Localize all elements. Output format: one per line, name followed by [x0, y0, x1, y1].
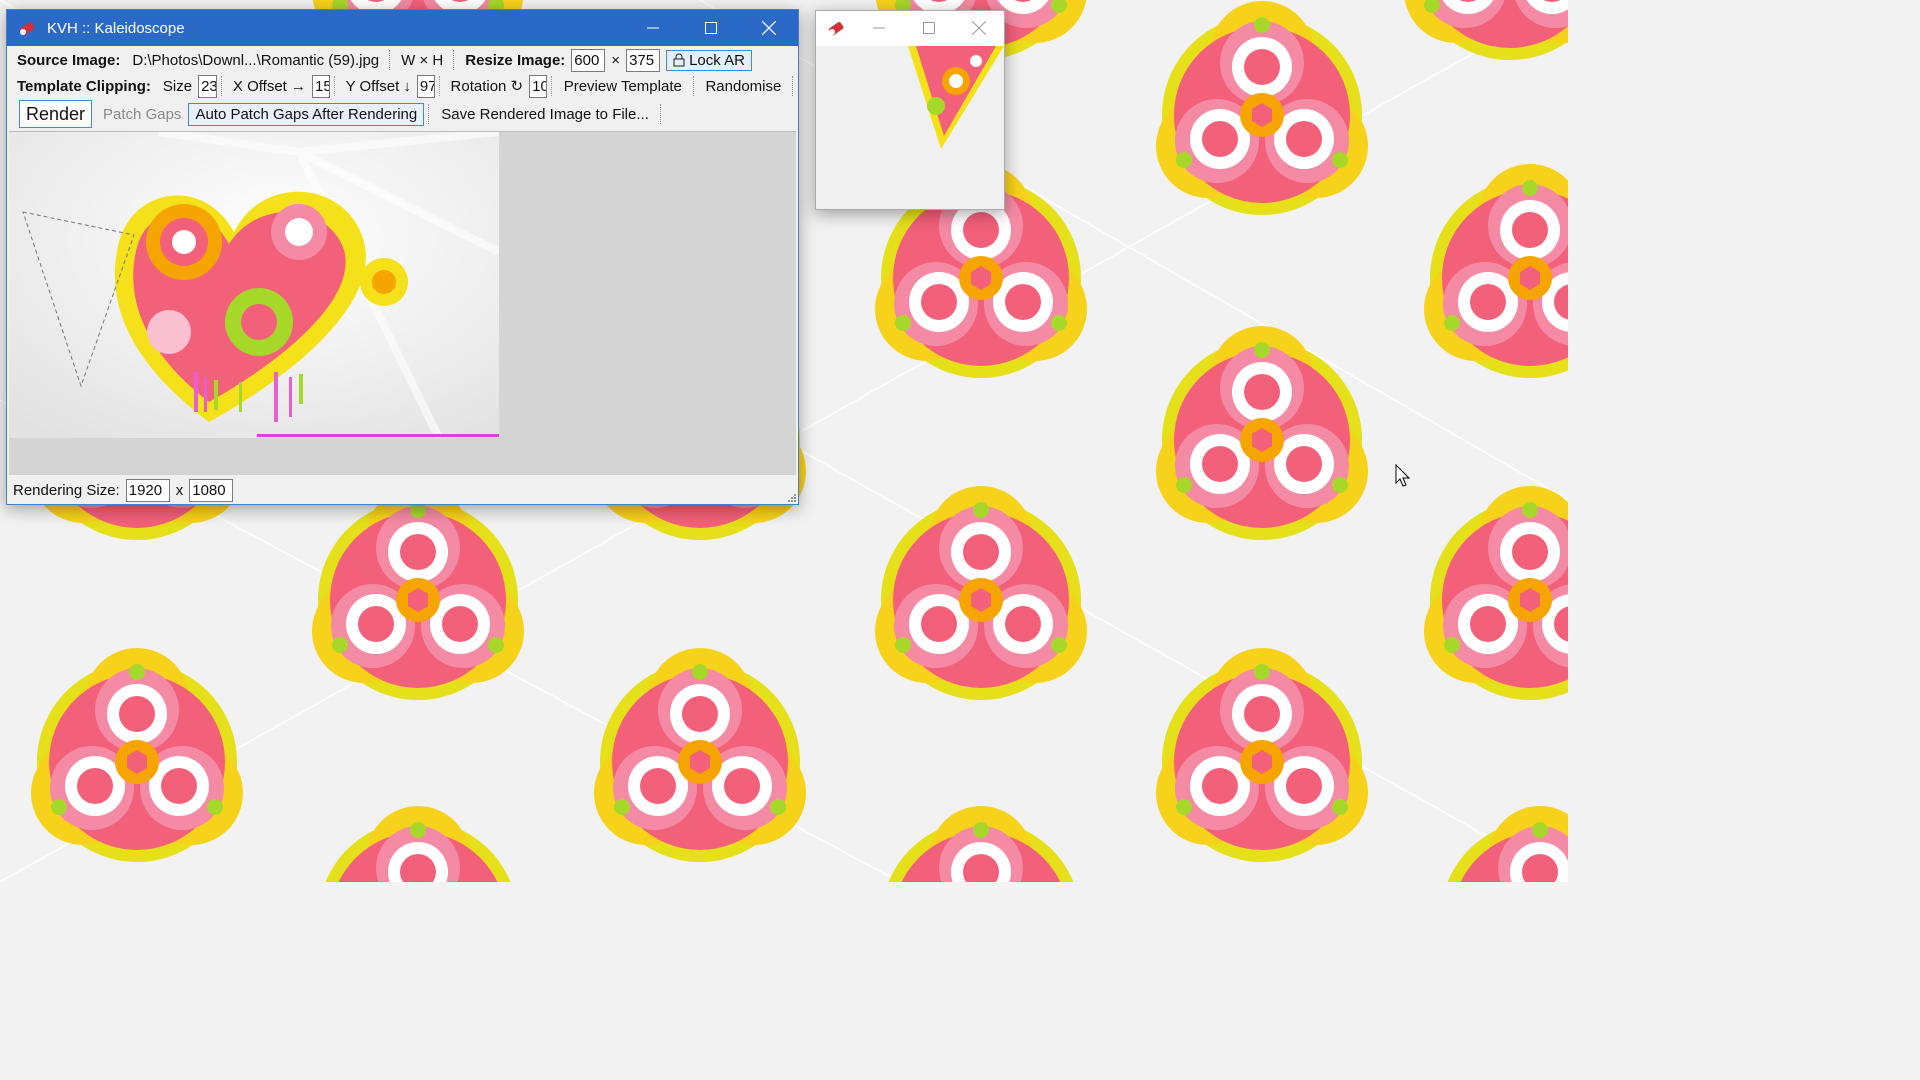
- preview-close-button[interactable]: [954, 11, 1004, 45]
- title-bar[interactable]: KVH :: Kaleidoscope: [7, 10, 798, 46]
- wh-label[interactable]: W × H: [395, 52, 449, 69]
- status-bar: Rendering Size: 1920 x 1080: [7, 476, 798, 504]
- y-offset-field[interactable]: 97: [416, 74, 435, 98]
- template-clipping-label: Template Clipping:: [17, 77, 151, 95]
- resize-image-label: Resize Image:: [465, 51, 566, 69]
- separator: [389, 50, 391, 70]
- maximize-button[interactable]: [682, 10, 740, 46]
- separator: [792, 76, 794, 96]
- x-offset-label: X Offset →: [232, 77, 307, 95]
- resize-height-field[interactable]: 375: [626, 48, 661, 72]
- rotation-label: Rotation ↻: [450, 78, 524, 95]
- kaleidoscope-app-icon: [19, 22, 35, 36]
- preview-template-button[interactable]: Preview Template: [557, 75, 689, 98]
- size-field[interactable]: 230: [198, 74, 218, 98]
- render-width-field[interactable]: 1920: [125, 478, 170, 502]
- x-label: x: [175, 481, 184, 499]
- kaleidoscope-main-window: KVH :: Kaleidoscope Source Image: D:\Pho…: [6, 9, 799, 505]
- maximize-icon: [923, 22, 935, 34]
- source-toolbar: Source Image: D:\Photos\Downl...\Romanti…: [7, 47, 798, 73]
- template-clip-preview: [908, 46, 1004, 149]
- separator: [221, 76, 223, 96]
- size-label: Size: [162, 77, 193, 95]
- separator: [659, 104, 662, 124]
- template-preview-canvas: [816, 46, 1004, 209]
- render-toolbar: Render Patch Gaps Auto Patch Gaps After …: [7, 99, 798, 129]
- kaleidoscope-app-icon: [828, 22, 844, 36]
- template-toolbar: Template Clipping: Size 230 X Offset → 1…: [7, 73, 798, 99]
- source-image-preview: [9, 128, 501, 440]
- separator: [333, 76, 336, 96]
- separator: [551, 76, 553, 96]
- x-offset-field[interactable]: 15: [312, 74, 330, 98]
- times-label: ×: [611, 51, 621, 69]
- separator: [438, 76, 441, 96]
- resize-grip-icon[interactable]: [786, 492, 796, 502]
- rendering-size-label: Rendering Size:: [13, 481, 120, 499]
- randomise-button[interactable]: Randomise: [698, 75, 788, 98]
- auto-patch-gaps-toggle[interactable]: Auto Patch Gaps After Rendering: [188, 102, 425, 126]
- preview-minimize-button[interactable]: [854, 11, 904, 45]
- window-title: KVH :: Kaleidoscope: [47, 19, 185, 37]
- lock-ar-label: Lock AR: [689, 51, 745, 69]
- patch-gaps-button[interactable]: Patch Gaps: [96, 103, 188, 126]
- minimize-icon: [647, 27, 659, 29]
- close-button[interactable]: [740, 10, 798, 46]
- render-height-field[interactable]: 1080: [189, 478, 234, 502]
- maximize-icon: [705, 22, 717, 34]
- minimize-button[interactable]: [624, 10, 682, 46]
- y-offset-label: Y Offset ↓: [345, 77, 411, 95]
- preview-title-bar[interactable]: [816, 11, 1004, 45]
- close-icon: [972, 21, 986, 35]
- separator: [453, 50, 455, 70]
- preview-maximize-button[interactable]: [904, 11, 954, 45]
- separator: [692, 76, 695, 96]
- source-image-label: Source Image:: [17, 51, 121, 69]
- close-icon: [762, 21, 776, 35]
- resize-width-field[interactable]: 600: [571, 48, 606, 72]
- source-preview-canvas[interactable]: [9, 128, 796, 475]
- rotation-field[interactable]: 10.5: [529, 74, 548, 98]
- separator: [428, 104, 430, 124]
- minimize-icon: [873, 27, 885, 29]
- source-image-path[interactable]: D:\Photos\Downl...\Romantic (59).jpg: [126, 52, 385, 69]
- mouse-cursor-icon: [1395, 464, 1411, 487]
- lock-icon: [673, 53, 685, 67]
- save-rendered-image-button[interactable]: Save Rendered Image to File...: [434, 103, 656, 126]
- lock-ar-button[interactable]: Lock AR: [666, 49, 752, 71]
- render-button[interactable]: Render: [19, 100, 93, 128]
- template-preview-window: [815, 10, 1005, 210]
